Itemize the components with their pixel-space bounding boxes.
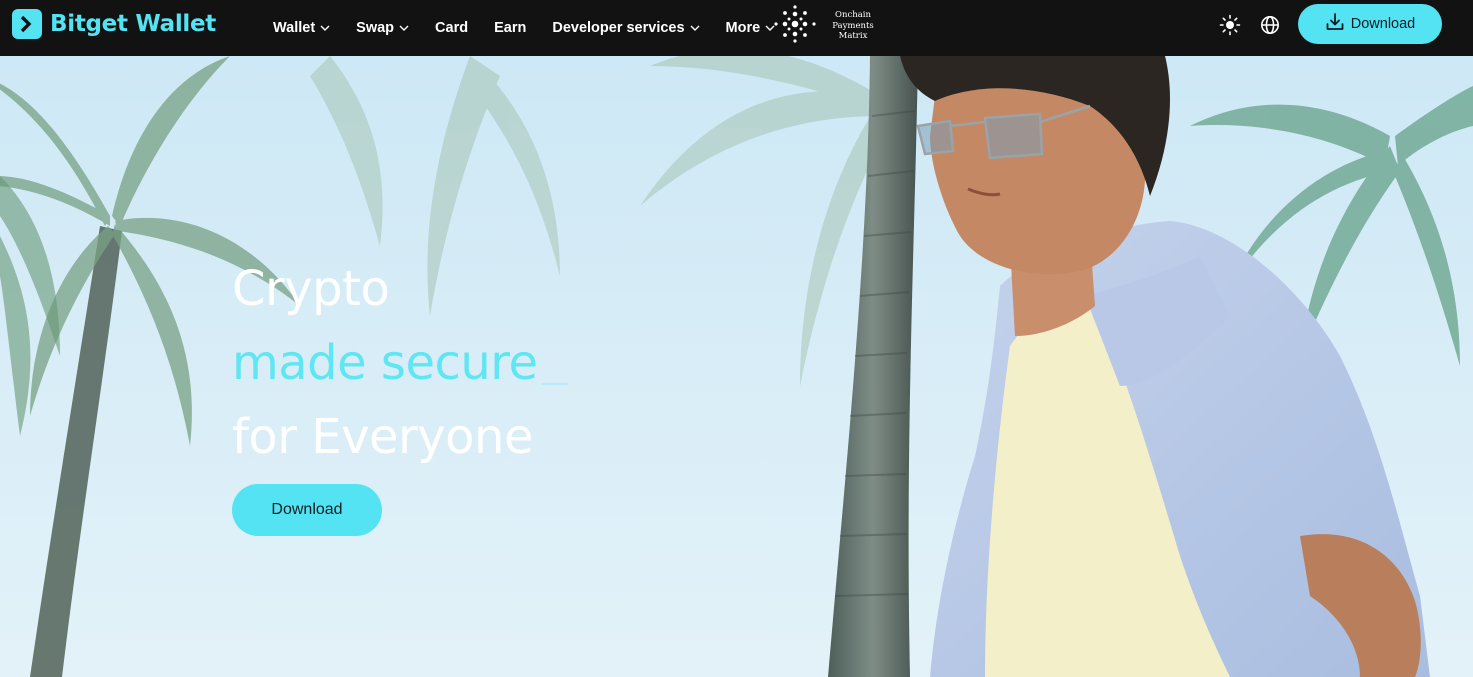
chevron-down-icon <box>690 25 700 31</box>
dot-matrix-logo-icon <box>773 4 817 49</box>
top-navigation-bar: Bitget Wallet Wallet Swap Card Earn Deve… <box>0 0 1473 56</box>
hero-headline-line-1: Crypto <box>232 261 390 317</box>
partner-line-3: Matrix <box>838 31 868 42</box>
nav-item-label: Developer services <box>552 20 685 36</box>
hero-headline-line-2: made secure <box>232 326 568 400</box>
download-icon <box>1325 12 1351 36</box>
nav-item-label: Card <box>435 20 469 36</box>
hero-section: Crypto made secure for Everyone Download <box>0 56 1473 677</box>
hero-background-image <box>0 56 1473 677</box>
nav-item-label: More <box>725 20 761 36</box>
nav-item-more[interactable]: More <box>726 20 776 36</box>
partner-line-1: Onchain <box>835 10 871 21</box>
nav-item-label: Wallet <box>273 20 316 36</box>
hero-download-button[interactable]: Download <box>232 484 382 536</box>
hero-headline: Crypto made secure for Everyone <box>232 252 568 474</box>
nav-item-card[interactable]: Card <box>435 20 468 36</box>
main-nav: Wallet Swap Card Earn Developer services… <box>273 0 801 56</box>
partner-line-2: Payments <box>832 20 874 31</box>
brand-logo[interactable]: Bitget Wallet <box>12 9 216 39</box>
nav-item-earn[interactable]: Earn <box>494 20 526 36</box>
chevron-down-icon <box>399 25 409 31</box>
header-download-button[interactable]: Download <box>1298 4 1442 44</box>
brand-name: Bitget Wallet <box>50 11 217 37</box>
hero-headline-line-3: for Everyone <box>232 409 533 465</box>
header-download-label: Download <box>1350 16 1416 32</box>
globe-icon[interactable] <box>1259 14 1281 36</box>
nav-item-swap[interactable]: Swap <box>356 20 409 36</box>
onchain-payments-matrix-label: Onchain Payments Matrix <box>828 10 878 42</box>
typing-caret <box>541 383 568 385</box>
sun-icon[interactable] <box>1219 14 1241 36</box>
bitget-logo-icon <box>12 9 42 39</box>
hero-headline-line-2-text: made secure <box>232 335 538 391</box>
nav-item-developer-services[interactable]: Developer services <box>552 20 700 36</box>
onchain-payments-matrix-link[interactable]: Onchain Payments Matrix <box>773 4 878 48</box>
chevron-down-icon <box>320 25 330 31</box>
nav-item-wallet[interactable]: Wallet <box>273 20 330 36</box>
nav-item-label: Earn <box>494 20 527 36</box>
nav-item-label: Swap <box>356 20 395 36</box>
